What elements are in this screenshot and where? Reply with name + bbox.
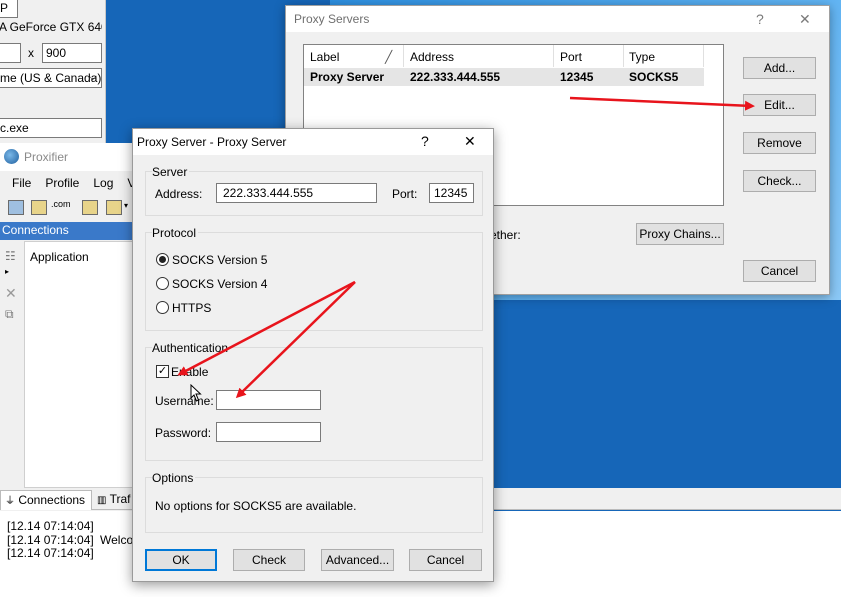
mouse-cursor-icon <box>190 384 202 402</box>
log-time: [12.14 07:14:04] <box>7 533 94 547</box>
remove-button[interactable]: Remove <box>743 132 816 154</box>
password-label: Password: <box>155 426 212 440</box>
check-button[interactable]: Check... <box>743 170 816 192</box>
dotcom-icon[interactable]: .com <box>51 199 71 209</box>
proxy-server-title: Proxy Server - Proxy Server <box>137 135 287 149</box>
advanced-button[interactable]: Advanced... <box>321 549 394 571</box>
settings-panel: P A GeForce GTX 640 x 900 me (US & Canad… <box>0 0 106 143</box>
log-time: [12.14 07:14:04] <box>7 546 94 560</box>
check-button[interactable]: Check <box>233 549 305 571</box>
traffic-tab-icon: ▥ <box>97 495 107 506</box>
proxy-servers-title: Proxy Servers <box>294 12 370 26</box>
toolbar-icon-2[interactable] <box>31 200 47 215</box>
column-port[interactable]: Port <box>560 50 582 64</box>
row-label: Proxy Server <box>310 70 385 84</box>
https-label[interactable]: HTTPS <box>172 301 211 315</box>
timezone-select[interactable]: me (US & Canada) <box>0 68 102 88</box>
column-resize-icon: ╱ <box>385 50 393 64</box>
exe-field[interactable]: c.exe <box>0 118 102 138</box>
toolbar-icon-4[interactable] <box>82 200 98 215</box>
column-application[interactable]: Application <box>30 250 89 264</box>
enable-checkbox[interactable]: ✓ <box>156 365 169 378</box>
authentication-group-label: Authentication <box>152 341 231 355</box>
add-button[interactable]: Add... <box>743 57 816 79</box>
username-label: Username: <box>155 394 214 408</box>
port-input[interactable]: 12345 <box>429 183 474 203</box>
connections-tab-icon: ⏚ <box>5 496 15 507</box>
menu-file[interactable]: File <box>0 172 39 194</box>
close-icon[interactable]: ✕ <box>799 11 811 28</box>
list-view-icon[interactable]: ☷ <box>5 249 16 263</box>
toolbar-icon-5[interactable] <box>106 200 122 215</box>
chains-label: ether: <box>490 228 521 242</box>
enable-label[interactable]: Enable <box>171 365 208 379</box>
column-separator <box>623 45 624 67</box>
protocol-group-label: Protocol <box>152 226 199 240</box>
radio-https[interactable] <box>156 301 169 314</box>
close-connection-icon[interactable]: ✕ <box>5 285 17 302</box>
column-separator <box>403 45 404 67</box>
radio-socks5[interactable] <box>156 253 169 266</box>
address-input[interactable]: 222.333.444.555 <box>216 183 377 203</box>
side-toolbar: ☷ ▸ ✕ ⧉ <box>0 241 24 488</box>
toolbar-dropdown-icon[interactable]: ▾ <box>124 201 128 210</box>
dimension-separator: x <box>28 46 34 60</box>
column-separator <box>703 45 704 67</box>
username-input[interactable] <box>216 390 321 410</box>
close-icon[interactable]: ✕ <box>464 133 476 150</box>
tab-connections[interactable]: ⏚ Connections <box>0 490 92 510</box>
address-label: Address: <box>155 187 203 201</box>
column-address[interactable]: Address <box>410 50 454 64</box>
partial-field[interactable]: P <box>0 0 18 18</box>
column-type[interactable]: Type <box>629 50 655 64</box>
socks5-label[interactable]: SOCKS Version 5 <box>172 253 267 267</box>
server-group-label: Server <box>152 165 190 179</box>
column-separator <box>553 45 554 67</box>
radio-socks4[interactable] <box>156 277 169 290</box>
width-field[interactable] <box>0 43 21 63</box>
row-type: SOCKS5 <box>629 70 679 84</box>
height-field[interactable]: 900 <box>42 43 102 63</box>
password-input[interactable] <box>216 422 321 442</box>
tab-traffic[interactable]: ▥ Traf <box>93 490 134 510</box>
menu-log[interactable]: Log <box>87 172 121 194</box>
edit-button[interactable]: Edit... <box>743 94 816 116</box>
socks4-label[interactable]: SOCKS Version 4 <box>172 277 267 291</box>
menu-profile[interactable]: Profile <box>39 172 87 194</box>
port-label: Port: <box>392 187 418 201</box>
log-message: Welco <box>100 533 134 547</box>
options-text: No options for SOCKS5 are available. <box>155 499 357 513</box>
cancel-button[interactable]: Cancel <box>743 260 816 282</box>
toolbar-icon-1[interactable] <box>8 200 24 215</box>
proxifier-logo-icon <box>4 149 19 164</box>
help-icon[interactable]: ? <box>756 11 764 27</box>
help-icon[interactable]: ? <box>421 133 429 149</box>
row-port: 12345 <box>560 70 594 84</box>
window-icon[interactable]: ⧉ <box>5 307 14 322</box>
gpu-label: A GeForce GTX 640 <box>0 20 102 34</box>
ok-button[interactable]: OK <box>145 549 217 571</box>
row-address: 222.333.444.555 <box>410 70 501 84</box>
expand-arrow-icon[interactable]: ▸ <box>5 267 9 276</box>
proxifier-title: Proxifier <box>24 150 69 164</box>
options-group-label: Options <box>152 471 196 485</box>
proxy-chains-button[interactable]: Proxy Chains... <box>636 223 724 245</box>
column-label[interactable]: Label <box>310 50 339 64</box>
cancel-button[interactable]: Cancel <box>409 549 482 571</box>
log-time: [12.14 07:14:04] <box>7 519 94 533</box>
